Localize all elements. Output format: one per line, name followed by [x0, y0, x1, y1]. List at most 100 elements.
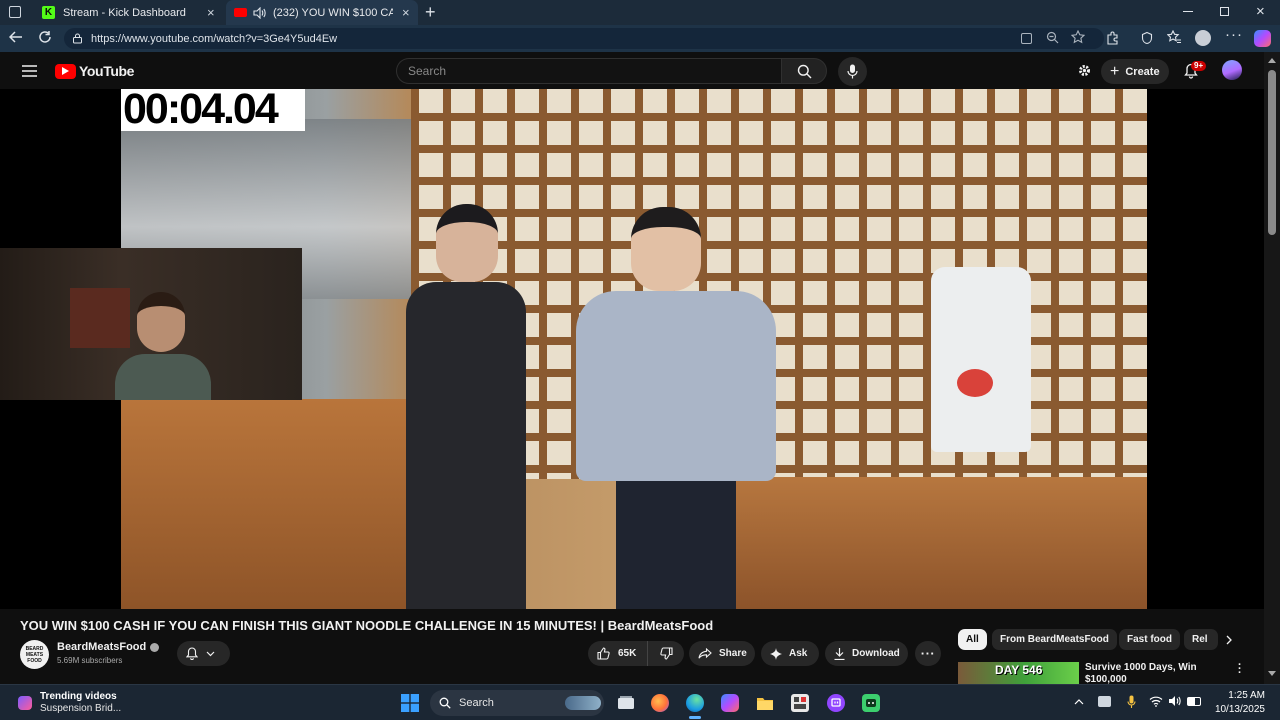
search-placeholder: Search: [408, 64, 447, 78]
webcam-overlay: [0, 248, 302, 400]
video-player[interactable]: 00:04.04: [0, 89, 1264, 609]
site-info-icon[interactable]: [72, 33, 83, 44]
like-button[interactable]: 65K: [588, 641, 648, 666]
copilot-icon[interactable]: [1254, 30, 1271, 47]
firefox-icon[interactable]: [651, 694, 669, 712]
search-button[interactable]: [781, 58, 827, 84]
close-tab-icon[interactable]: ×: [207, 5, 215, 20]
battery-icon[interactable]: [1187, 697, 1201, 706]
download-icon: [834, 647, 845, 660]
address-field[interactable]: https://www.youtube.com/watch?v=3Ge4Y5ud…: [64, 28, 1104, 49]
recommendation-thumbnail[interactable]: DAY 546: [958, 662, 1079, 684]
voice-search-button[interactable]: [838, 57, 867, 86]
clock-date[interactable]: 10/13/2025: [1209, 704, 1265, 715]
copilot-app-icon[interactable]: [721, 694, 739, 712]
search-highlight-image: [565, 696, 601, 710]
edge-icon[interactable]: [686, 694, 704, 712]
tab-label: Stream - Kick Dashboard: [63, 6, 186, 19]
tab-actions-icon[interactable]: [9, 6, 21, 18]
takeout-bag: [931, 267, 1031, 452]
extensions-icon[interactable]: [1106, 31, 1120, 45]
plus-icon: +: [1110, 62, 1120, 80]
minimize-icon[interactable]: [1183, 11, 1193, 12]
tray-microphone-icon[interactable]: [1127, 695, 1136, 709]
recommendation-more-icon[interactable]: · · ·: [1238, 660, 1242, 679]
recommendation-title[interactable]: Survive 1000 Days, Win $100,000: [1085, 662, 1225, 684]
more-menu-icon[interactable]: ···: [1225, 26, 1243, 43]
browser-essentials-icon[interactable]: [1140, 31, 1154, 45]
like-count: 65K: [618, 648, 637, 659]
scroll-up-arrow-icon[interactable]: [1268, 58, 1276, 63]
tab-kick-dashboard[interactable]: K Stream - Kick Dashboard ×: [34, 0, 226, 25]
bell-icon: [186, 647, 198, 660]
ask-button[interactable]: Ask: [761, 641, 819, 666]
youtube-header: YouTube Search + Create 9+: [0, 52, 1280, 89]
video-title: YOU WIN $100 CASH IF YOU CAN FINISH THIS…: [20, 618, 714, 633]
subscribed-notifications-button[interactable]: [177, 641, 230, 666]
widget-subtitle: Suspension Brid...: [40, 703, 122, 714]
guide-menu-icon[interactable]: [22, 65, 37, 77]
share-button[interactable]: Share: [689, 641, 755, 666]
chip-fast-food[interactable]: Fast food: [1119, 629, 1180, 650]
more-horizontal-icon: ···: [920, 646, 936, 661]
account-avatar[interactable]: [1222, 60, 1242, 80]
speaker-icon[interactable]: [253, 6, 266, 19]
profile-avatar-icon[interactable]: [1195, 30, 1211, 46]
youtube-wordmark: YouTube: [79, 63, 135, 79]
restore-icon[interactable]: [1220, 7, 1229, 16]
file-explorer-icon[interactable]: [756, 694, 774, 712]
youtube-logo[interactable]: YouTube: [55, 63, 134, 79]
page-scrollbar[interactable]: [1264, 52, 1280, 684]
person-right: [576, 207, 776, 609]
chip-all[interactable]: All: [958, 629, 987, 650]
windows-taskbar: Trending videos Suspension Brid... Searc…: [0, 684, 1280, 720]
tab-youtube-video[interactable]: (232) YOU WIN $100 CASH I ×: [226, 0, 418, 25]
back-icon[interactable]: [9, 30, 23, 44]
taskbar-search-label: Search: [459, 697, 494, 709]
zoom-icon[interactable]: [1046, 31, 1059, 44]
chips-next-chevron-icon[interactable]: [1226, 635, 1233, 645]
volume-icon[interactable]: [1168, 695, 1182, 707]
media-app-icon[interactable]: [791, 694, 809, 712]
green-app-icon[interactable]: [862, 694, 880, 712]
download-label: Download: [852, 648, 900, 659]
show-hidden-icons-chevron-icon[interactable]: [1074, 699, 1084, 705]
twitch-like-icon[interactable]: [827, 694, 845, 712]
scroll-down-arrow-icon[interactable]: [1268, 671, 1276, 676]
extension-gear-icon[interactable]: [1077, 63, 1092, 78]
thumbs-up-icon: [597, 647, 610, 660]
chip-from-channel[interactable]: From BeardMeatsFood: [992, 629, 1117, 650]
dislike-button[interactable]: [648, 641, 684, 666]
scrollbar-thumb[interactable]: [1268, 70, 1276, 235]
active-app-indicator: [689, 716, 701, 719]
channel-name[interactable]: BeardMeatsFood: [57, 641, 146, 653]
chip-related[interactable]: Rel: [1184, 629, 1218, 650]
channel-avatar[interactable]: BEARD MEATS FOOD: [20, 640, 49, 669]
search-input[interactable]: Search: [396, 58, 782, 84]
microphone-icon: [847, 64, 858, 79]
youtube-play-logo-icon: [55, 63, 76, 79]
app-available-icon[interactable]: [1021, 33, 1032, 44]
challenge-timer: 00:04.04: [121, 89, 305, 131]
create-label: Create: [1125, 65, 1160, 78]
widget-news-icon: [18, 696, 32, 710]
widgets-button[interactable]: Trending videos Suspension Brid...: [18, 689, 148, 717]
create-button[interactable]: + Create: [1101, 59, 1169, 84]
refresh-icon[interactable]: [38, 30, 52, 44]
ask-label: Ask: [789, 648, 808, 659]
tray-network-app-icon[interactable]: [1098, 696, 1111, 707]
favorites-icon[interactable]: [1167, 30, 1182, 44]
wifi-icon[interactable]: [1149, 695, 1163, 707]
favorite-star-icon[interactable]: [1071, 30, 1085, 44]
more-actions-button[interactable]: ···: [915, 641, 941, 666]
share-arrow-icon: [698, 648, 712, 659]
share-label: Share: [719, 648, 747, 659]
clock-time[interactable]: 1:25 AM: [1213, 690, 1265, 701]
taskbar-search[interactable]: Search: [430, 690, 604, 716]
download-button[interactable]: Download: [825, 641, 908, 666]
close-tab-icon[interactable]: ×: [402, 5, 410, 20]
task-view-icon[interactable]: [617, 694, 635, 712]
start-windows-icon[interactable]: [401, 694, 419, 712]
close-window-icon[interactable]: ×: [1256, 3, 1265, 20]
new-tab-icon[interactable]: +: [425, 2, 436, 23]
